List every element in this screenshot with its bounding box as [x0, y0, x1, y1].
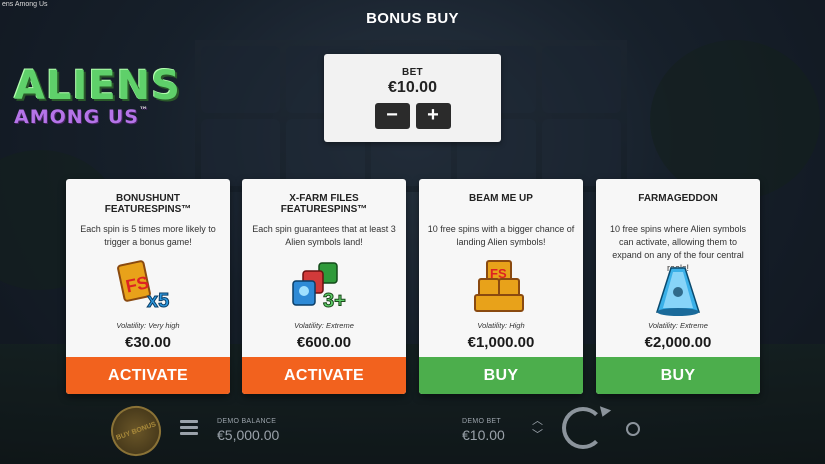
icon-x5-text: x5	[147, 290, 169, 312]
bonus-card-farmageddon: FARMAGEDDON 10 free spins where Alien sy…	[596, 179, 760, 394]
card-description: Each spin guarantees that at least 3 Ali…	[252, 224, 396, 247]
logo-line2: AMONG US	[14, 106, 139, 128]
card-price: €600.00	[296, 334, 352, 351]
buy-button[interactable]: BUY	[596, 357, 760, 394]
card-volatility: Volatility: Extreme	[648, 321, 708, 330]
menu-icon[interactable]	[180, 420, 198, 438]
beam-icon	[596, 261, 760, 321]
fs-x5-icon: FS x5	[66, 257, 230, 317]
card-title: BEAM ME UP	[469, 193, 533, 204]
card-volatility: Volatility: Very high	[116, 321, 180, 330]
icon-3plus-text: 3+	[323, 290, 346, 312]
bonus-cards: BONUSHUNT FEATURESPINS™ Each spin is 5 t…	[66, 179, 760, 394]
window-title: ens Among Us	[2, 1, 48, 8]
activate-button[interactable]: ACTIVATE	[66, 357, 230, 394]
bonus-card-xfarm: X-FARM FILES FEATURESPINS™ Each spin gua…	[242, 179, 406, 394]
bet-decrease-button[interactable]: −	[374, 103, 410, 129]
fs-stack-icon: FS	[419, 257, 583, 317]
aliens-3plus-icon: 3+	[242, 257, 406, 317]
bet-increase-button[interactable]: +	[415, 103, 451, 129]
balance-label: DEMO BALANCE	[217, 418, 277, 425]
card-price: €1,000.00	[467, 334, 535, 351]
icon-fs-text: FS	[490, 266, 507, 281]
bet-arrows: ︿ ﹀	[532, 414, 543, 442]
chevron-up-icon[interactable]: ︿	[532, 414, 543, 428]
bonus-card-beam-me-up: BEAM ME UP 10 free spins with a bigger c…	[419, 179, 583, 394]
card-description: 10 free spins with a bigger chance of la…	[427, 224, 575, 247]
balance-value: €5,000.00	[217, 427, 280, 443]
bet-label: BET	[402, 67, 423, 78]
card-title: X-FARM FILES FEATURESPINS™	[280, 193, 368, 215]
bet-panel: BET €10.00 − +	[324, 54, 501, 142]
bonus-card-bonushunt: BONUSHUNT FEATURESPINS™ Each spin is 5 t…	[66, 179, 230, 394]
page-title: BONUS BUY	[366, 10, 459, 27]
card-price: €30.00	[125, 334, 171, 351]
chevron-down-icon[interactable]: ﹀	[532, 428, 543, 442]
card-title: BONUSHUNT FEATURESPINS™	[104, 193, 192, 215]
card-price: €2,000.00	[644, 334, 712, 351]
autoplay-icon[interactable]	[626, 422, 640, 436]
logo-line1: ALIENS	[14, 63, 181, 109]
bet-value: €10.00	[388, 79, 437, 96]
card-volatility: Volatility: Extreme	[294, 321, 354, 330]
card-title: FARMAGEDDON	[638, 193, 718, 204]
logo-tm: ™	[139, 106, 149, 116]
demo-bet-label: DEMO BET	[462, 418, 501, 425]
buy-button[interactable]: BUY	[419, 357, 583, 394]
card-description: Each spin is 5 times more likely to trig…	[80, 224, 216, 247]
card-volatility: Volatility: High	[477, 321, 525, 330]
game-logo: ALIENS AMONG US™	[14, 63, 181, 146]
activate-button[interactable]: ACTIVATE	[242, 357, 406, 394]
demo-bet-value: €10.00	[462, 427, 505, 443]
